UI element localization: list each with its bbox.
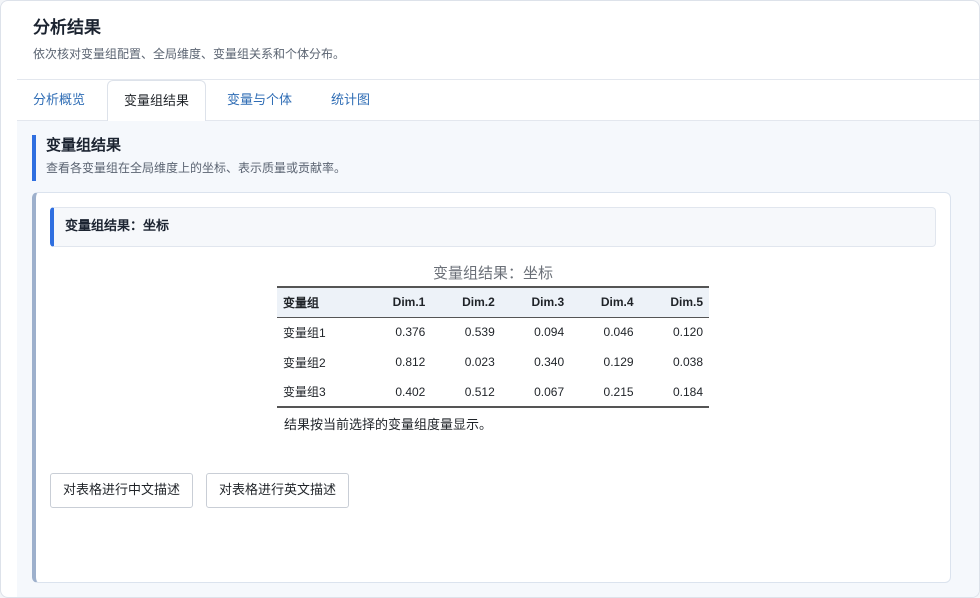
- table-cell: 0.539: [464, 325, 495, 340]
- result-card: 变量组结果：坐标 变量组结果：坐标 变量组 Dim.1 Dim.2 Dim.3 …: [32, 192, 951, 583]
- table-cell: 0.402: [361, 377, 432, 408]
- table-cell: 0.129: [603, 355, 634, 369]
- tab-bar: 分析概览 变量组结果 变量与个体 统计图: [17, 79, 979, 122]
- column-header: Dim.3: [500, 286, 571, 318]
- table-cell: 0.038: [672, 355, 703, 369]
- page-title: 分析结果: [33, 18, 101, 38]
- table-row: 变量组2 0.812 0.023 0.340 0.129 0.038: [277, 347, 709, 377]
- table-cell: 0.512: [431, 377, 501, 408]
- tab-content: 变量组结果 查看各变量组在全局维度上的坐标、表示质量或贡献率。 变量组结果：坐标…: [17, 121, 979, 597]
- page-subtitle: 依次核对变量组配置、全局维度、变量组关系和个体分布。: [33, 47, 346, 61]
- column-header: Dim.1: [361, 286, 432, 318]
- results-panel: 分析结果 依次核对变量组配置、全局维度、变量组关系和个体分布。 分析概览 变量组…: [0, 0, 980, 598]
- table-row: 变量组1 0.376 0.539 0.094 0.046 0.120: [277, 317, 709, 347]
- table-note: 结果按当前选择的变量组度量显示。: [284, 418, 493, 433]
- table-cell: 变量组3: [277, 377, 362, 408]
- describe-english-button[interactable]: 对表格进行英文描述: [206, 473, 350, 508]
- tab-variables-individuals[interactable]: 变量与个体: [211, 80, 308, 121]
- table-cell: 0.215: [570, 377, 640, 408]
- column-header: Dim.2: [431, 286, 501, 318]
- table-cell: 变量组1: [283, 325, 326, 340]
- table-cell: 0.376: [395, 325, 426, 340]
- table-header-row: 变量组 Dim.1 Dim.2 Dim.3 Dim.4 Dim.5: [277, 286, 709, 318]
- table-cell: 0.023: [464, 355, 495, 369]
- tab-charts[interactable]: 统计图: [315, 80, 386, 121]
- describe-chinese-button[interactable]: 对表格进行中文描述: [50, 473, 194, 508]
- coordinates-table: 变量组 Dim.1 Dim.2 Dim.3 Dim.4 Dim.5 变量组1 0…: [277, 286, 709, 408]
- tab-group-results[interactable]: 变量组结果: [107, 80, 207, 122]
- table-cell: 0.184: [639, 377, 709, 408]
- table-row: 变量组3 0.402 0.512 0.067 0.215 0.184: [277, 377, 709, 408]
- table-cell: 0.094: [534, 325, 565, 340]
- table-cell: 0.046: [603, 325, 634, 340]
- column-header: 变量组: [277, 286, 362, 318]
- table-caption: 变量组结果：坐标: [432, 264, 553, 282]
- table-cell: 0.067: [500, 377, 571, 408]
- section-description: 查看各变量组在全局维度上的坐标、表示质量或贡献率。: [46, 161, 347, 175]
- tab-overview[interactable]: 分析概览: [17, 80, 101, 121]
- section-title: 变量组结果: [46, 136, 122, 154]
- card-title: 变量组结果：坐标: [50, 207, 936, 247]
- table-cell: 0.340: [534, 355, 565, 369]
- page-header: 分析结果 依次核对变量组配置、全局维度、变量组关系和个体分布。: [33, 15, 345, 62]
- column-header: Dim.5: [639, 286, 709, 318]
- table-cell: 0.812: [395, 355, 426, 369]
- table-cell: 0.120: [672, 325, 703, 340]
- section-header: 变量组结果 查看各变量组在全局维度上的坐标、表示质量或贡献率。: [32, 135, 632, 181]
- table-cell: 变量组2: [283, 355, 326, 370]
- column-header: Dim.4: [570, 286, 640, 318]
